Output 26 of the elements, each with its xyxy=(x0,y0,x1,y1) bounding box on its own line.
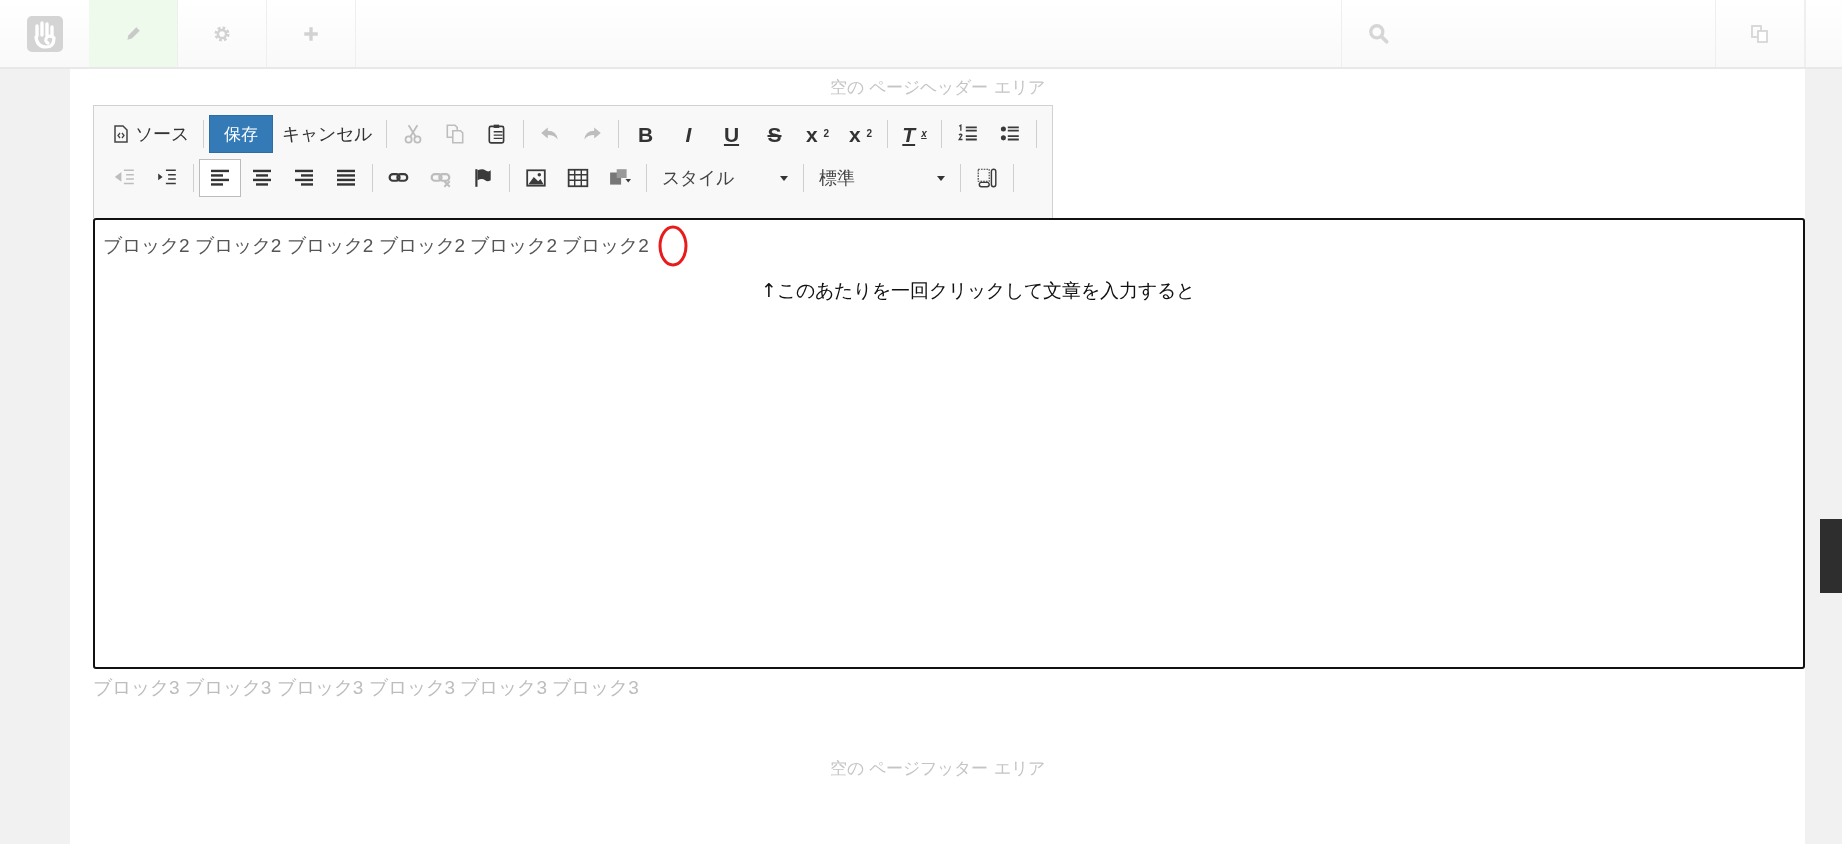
editor-text: ブロック2 ブロック2 ブロック2 ブロック2 ブロック2 ブロック2 xyxy=(103,234,649,258)
circle-annotation-icon xyxy=(656,224,689,268)
dropdown[interactable]: スタイル xyxy=(652,160,798,196)
superscript-button[interactable]: x$^{2}$ xyxy=(839,115,882,153)
caret-icon xyxy=(780,175,788,181)
pages-icon xyxy=(1750,23,1770,44)
strikethrough-button[interactable]: S xyxy=(753,115,796,153)
caret-icon xyxy=(937,175,945,181)
source-icon xyxy=(113,125,129,143)
plus-icon xyxy=(302,24,320,43)
editor-area[interactable]: ブロック2 ブロック2 ブロック2 ブロック2 ブロック2 ブロック2 ↑このあたりを一回クリックして文章を入力すると xyxy=(93,218,1805,669)
pencil-icon xyxy=(124,24,142,43)
source-button[interactable]: ソース xyxy=(104,115,198,153)
page-header-area-text: 空の ページヘッダー エリア xyxy=(829,76,1046,99)
annotation-text: ↑このあたりを一回クリックして文章を入力すると xyxy=(761,278,1196,303)
search-icon xyxy=(1368,22,1390,45)
dropdown[interactable]: 標準 xyxy=(809,160,955,196)
italic-button[interactable]: I xyxy=(667,115,710,153)
bold-button[interactable]: B xyxy=(624,115,667,153)
save-button[interactable]: 保存 xyxy=(209,115,273,153)
cancel-button[interactable]: キャンセル xyxy=(273,115,381,153)
underline-button[interactable]: U xyxy=(710,115,753,153)
block-text: ブロック3 ブロック3 ブロック3 ブロック3 ブロック3 ブロック3 xyxy=(93,676,640,700)
settings-icon xyxy=(213,24,231,43)
align-left-icon[interactable] xyxy=(199,159,241,197)
page-footer-area-text: 空の ページフッター エリア xyxy=(829,757,1046,780)
